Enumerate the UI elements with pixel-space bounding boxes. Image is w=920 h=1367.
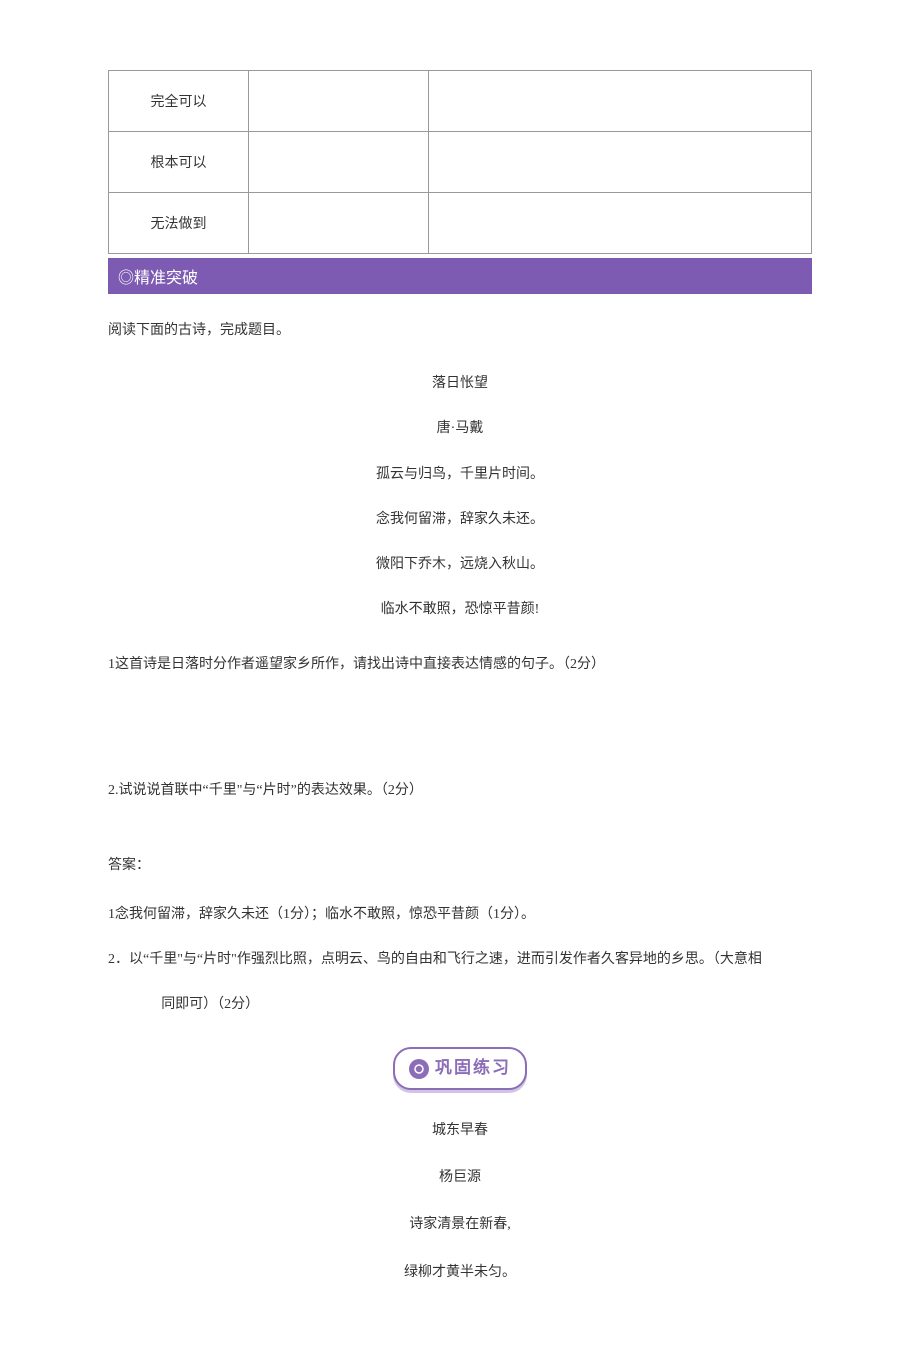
poem-line: 孤云与归鸟，千里片时间。 [108, 462, 812, 487]
checklist-cell-empty [429, 71, 812, 132]
checklist-cell-empty [249, 132, 429, 193]
checklist-label: 无法做到 [109, 193, 249, 254]
practice-badge-wrapper: 巩固练习 [108, 1047, 812, 1090]
poem-line: 临水不敢照，恐惊平昔颜! [108, 597, 812, 622]
checklist-cell-empty [429, 132, 812, 193]
circle-icon [413, 1063, 425, 1075]
table-row: 根本可以 [109, 132, 812, 193]
instruction-text: 阅读下面的古诗，完成题目。 [108, 318, 812, 343]
poem2-author: 杨巨源 [108, 1165, 812, 1190]
answer-2-line2: 同即可）（2分） [108, 992, 812, 1017]
poem2-title: 城东早春 [108, 1118, 812, 1143]
answer-1: 1念我何留滞，辞家久未还（1分）；临水不敢照，惊恐平昔颜（1分）。 [108, 902, 812, 927]
checklist-label: 根本可以 [109, 132, 249, 193]
table-row: 无法做到 [109, 193, 812, 254]
practice-badge-text: 巩固练习 [435, 1053, 511, 1084]
page-container: 完全可以 根本可以 无法做到 ◎精准突破 阅读下面的古诗，完成题目。 落日怅望 … [0, 0, 920, 1367]
answer-header: 答案： [108, 853, 812, 878]
question-1: 1这首诗是日落时分作者遥望家乡所作，请找出诗中直接表达情感的句子。（2分） [108, 652, 812, 677]
content-block: 阅读下面的古诗，完成题目。 落日怅望 唐·马戴 孤云与归鸟，千里片时间。 念我何… [108, 318, 812, 1285]
poem2-line: 诗家清景在新春, [108, 1212, 812, 1237]
practice-badge-icon [409, 1059, 429, 1079]
question-2: 2.试说说首联中“千里"与“片时”的表达效果。（2分） [108, 778, 812, 803]
practice-badge: 巩固练习 [393, 1047, 527, 1090]
poem2-line: 绿柳才黄半未匀。 [108, 1260, 812, 1285]
poem-line: 念我何留滞，辞家久未还。 [108, 507, 812, 532]
poem2-block: 城东早春 杨巨源 诗家清景在新春, 绿柳才黄半未匀。 [108, 1118, 812, 1285]
checklist-cell-empty [249, 193, 429, 254]
checklist-cell-empty [429, 193, 812, 254]
table-row: 完全可以 [109, 71, 812, 132]
checklist-table: 完全可以 根本可以 无法做到 [108, 70, 812, 254]
poem-author: 唐·马戴 [108, 416, 812, 441]
answer-2-line1: 2．以“千里"与“片时"作强烈比照，点明云、鸟的自由和飞行之速，进而引发作者久客… [108, 947, 812, 972]
section-banner: ◎精准突破 [108, 258, 812, 294]
poem-line: 微阳下乔木，远烧入秋山。 [108, 552, 812, 577]
poem-title: 落日怅望 [108, 371, 812, 396]
checklist-label: 完全可以 [109, 71, 249, 132]
poem-block: 落日怅望 唐·马戴 孤云与归鸟，千里片时间。 念我何留滞，辞家久未还。 微阳下乔… [108, 371, 812, 622]
checklist-cell-empty [249, 71, 429, 132]
